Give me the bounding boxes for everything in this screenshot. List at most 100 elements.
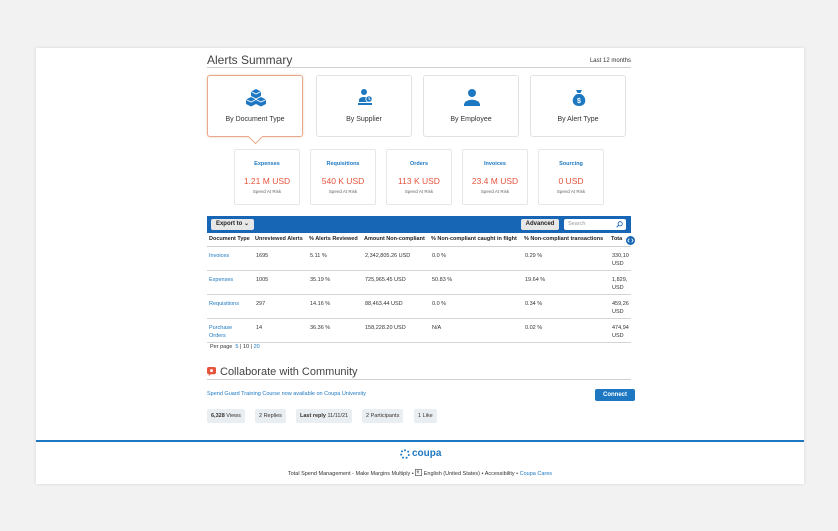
per-page-label: Per page xyxy=(210,344,233,350)
person-icon xyxy=(464,89,480,106)
stat-subtitle: Spend At Risk xyxy=(328,189,358,194)
card-label: By Employee xyxy=(450,116,492,123)
stat-title: Orders xyxy=(409,161,429,167)
col-caught-in-flight[interactable]: % Non-compliant caught in flight xyxy=(431,236,517,242)
stat-title: Expenses xyxy=(254,161,280,167)
card-by-document-type[interactable]: By Document Type xyxy=(207,75,303,137)
cell-reviewed: 5.11 % xyxy=(310,253,327,259)
stat-value: 540 K USD xyxy=(321,176,365,186)
per-page-option-10[interactable]: 10 xyxy=(243,344,249,350)
alert-category-cards: By Document Type By Supplier By Employee xyxy=(207,75,631,137)
total-value: 1,829, xyxy=(612,277,628,283)
connect-button[interactable]: Connect xyxy=(595,389,635,401)
col-alerts-reviewed[interactable]: % Alerts Reviewed xyxy=(309,236,358,242)
total-value: 474,94 xyxy=(612,325,629,331)
per-page-option-20[interactable]: 20 xyxy=(254,344,260,350)
coupa-logo-mark xyxy=(400,449,410,459)
stat-subtitle: Spend At Risk xyxy=(252,189,282,194)
cell-transactions: 19.64 % xyxy=(525,277,546,283)
pagination: Per page 5 | 10 | 20 xyxy=(210,344,260,350)
col-unreviewed-alerts[interactable]: Unreviewed Alerts xyxy=(255,236,303,242)
coupa-wordmark: coupa xyxy=(412,448,442,459)
cell-transactions: 0.29 % xyxy=(525,253,543,259)
table-row: Expenses 1005 35.19 % 725,965.45 USD 50.… xyxy=(207,272,631,295)
stat-subtitle: Spend At Risk xyxy=(480,189,510,194)
cell-transactions: 0.34 % xyxy=(525,301,543,307)
cell-unreviewed: 14 xyxy=(256,325,263,331)
cell-amount: 88,463.44 USD xyxy=(365,301,403,307)
stat-tile-orders[interactable]: Orders 113 K USD Spend At Risk xyxy=(386,149,452,205)
cell-transactions: 0.02 % xyxy=(525,325,543,331)
cell-inflight: N/A xyxy=(432,325,442,331)
table-row: Purchase Orders 14 36.36 % 158,228.20 US… xyxy=(207,320,631,343)
footer-tagline: Total Spend Management - Make Margins Mu… xyxy=(287,471,411,477)
cell-inflight: 50.83 % xyxy=(432,277,453,283)
training-course-link[interactable]: Spend Guard Training Course now availabl… xyxy=(207,391,366,397)
stat-tile-expenses[interactable]: Expenses 1.21 M USD Spend At Risk xyxy=(234,149,300,205)
pager-separator: | xyxy=(239,344,242,350)
cubes-icon xyxy=(246,89,266,107)
cell-reviewed: 36.36 % xyxy=(310,325,331,331)
col-non-compliant-transactions[interactable]: % Non-compliant transactions xyxy=(524,236,603,242)
expand-columns-icon[interactable] xyxy=(625,235,636,246)
spend-at-risk-tiles: Expenses 1.21 M USD Spend At Risk Requis… xyxy=(234,149,604,205)
chevron-down-icon: ⌄ xyxy=(243,221,250,227)
cell-reviewed: 35.19 % xyxy=(310,277,331,283)
row-document-link[interactable]: Requisitions xyxy=(209,300,239,308)
stat-subtitle: Spend At Risk xyxy=(556,189,586,194)
stat-title: Sourcing xyxy=(559,161,583,167)
footer-dot: • xyxy=(411,471,414,477)
svg-text:$: $ xyxy=(577,98,581,105)
cell-reviewed: 14.16 % xyxy=(310,301,331,307)
advanced-button[interactable]: Advanced xyxy=(521,219,559,230)
participants-chip: 2 Participants xyxy=(362,409,404,423)
footer-links: Total Spend Management - Make Margins Mu… xyxy=(36,469,804,477)
views-count: 6,328 xyxy=(211,413,225,419)
col-amount-non-compliant[interactable]: Amount Non-compliant xyxy=(364,236,425,242)
stat-tile-requisitions[interactable]: Requisitions 540 K USD Spend At Risk xyxy=(310,149,376,205)
card-by-supplier[interactable]: By Supplier xyxy=(316,75,412,137)
last-reply-chip: Last reply 11/11/21 xyxy=(296,409,353,423)
pager-separator: | xyxy=(250,344,253,350)
language-icon[interactable] xyxy=(415,469,423,476)
row-document-link[interactable]: Expenses xyxy=(209,276,233,284)
cell-amount: 158,228.20 USD xyxy=(365,325,406,331)
coupa-logo: coupa xyxy=(400,448,442,460)
stat-value: 1.21 M USD xyxy=(243,176,291,186)
stat-tile-sourcing[interactable]: Sourcing 0 USD Spend At Risk xyxy=(538,149,604,205)
cell-total: 1,829, USD xyxy=(612,276,627,292)
cell-unreviewed: 297 xyxy=(256,301,266,307)
stat-subtitle: Spend At Risk xyxy=(404,189,434,194)
stat-value: 23.4 M USD xyxy=(471,176,519,186)
table-row: Requisitions 297 14.16 % 88,463.44 USD 0… xyxy=(207,296,631,319)
stat-value: 0 USD xyxy=(558,176,584,186)
row-document-link[interactable]: Purchase Orders xyxy=(209,324,243,340)
cell-total: 474,94 USD xyxy=(612,324,629,340)
search-icon[interactable] xyxy=(616,221,623,228)
per-page-option-5[interactable]: 5 xyxy=(235,344,238,350)
stat-title: Requisitions xyxy=(326,161,360,167)
coupa-cares-link[interactable]: Coupa Cares xyxy=(520,471,552,477)
table-toolbar: Export to ⌄ Advanced Search xyxy=(207,216,631,233)
footer-dot: • xyxy=(516,471,519,477)
stat-value: 113 K USD xyxy=(398,176,440,186)
card-label: By Alert Type xyxy=(557,116,599,123)
app-frame: Alerts Summary Last 12 months By Documen… xyxy=(36,48,804,484)
card-by-alert-type[interactable]: $ By Alert Type xyxy=(530,75,626,137)
export-button[interactable]: Export to ⌄ xyxy=(211,219,254,230)
accessibility-link[interactable]: Accessibility xyxy=(485,471,515,477)
col-total[interactable]: Tota xyxy=(611,236,622,242)
search-input[interactable]: Search xyxy=(564,219,626,230)
col-document-type[interactable]: Document Type xyxy=(209,236,250,242)
search-placeholder: Search xyxy=(568,221,586,227)
last-reply-date: 11/11/21 xyxy=(327,413,349,419)
last-reply-label: Last reply xyxy=(300,413,326,419)
export-label: Export to xyxy=(215,221,243,227)
stat-tile-invoices[interactable]: Invoices 23.4 M USD Spend At Risk xyxy=(462,149,528,205)
language-link[interactable]: English (United States) xyxy=(424,471,480,477)
card-by-employee[interactable]: By Employee xyxy=(423,75,519,137)
row-document-link[interactable]: Invoices xyxy=(209,252,229,260)
total-value: 330,10 xyxy=(612,253,629,259)
views-chip: 6,328 Views xyxy=(207,409,245,423)
total-unit: USD xyxy=(612,309,624,315)
